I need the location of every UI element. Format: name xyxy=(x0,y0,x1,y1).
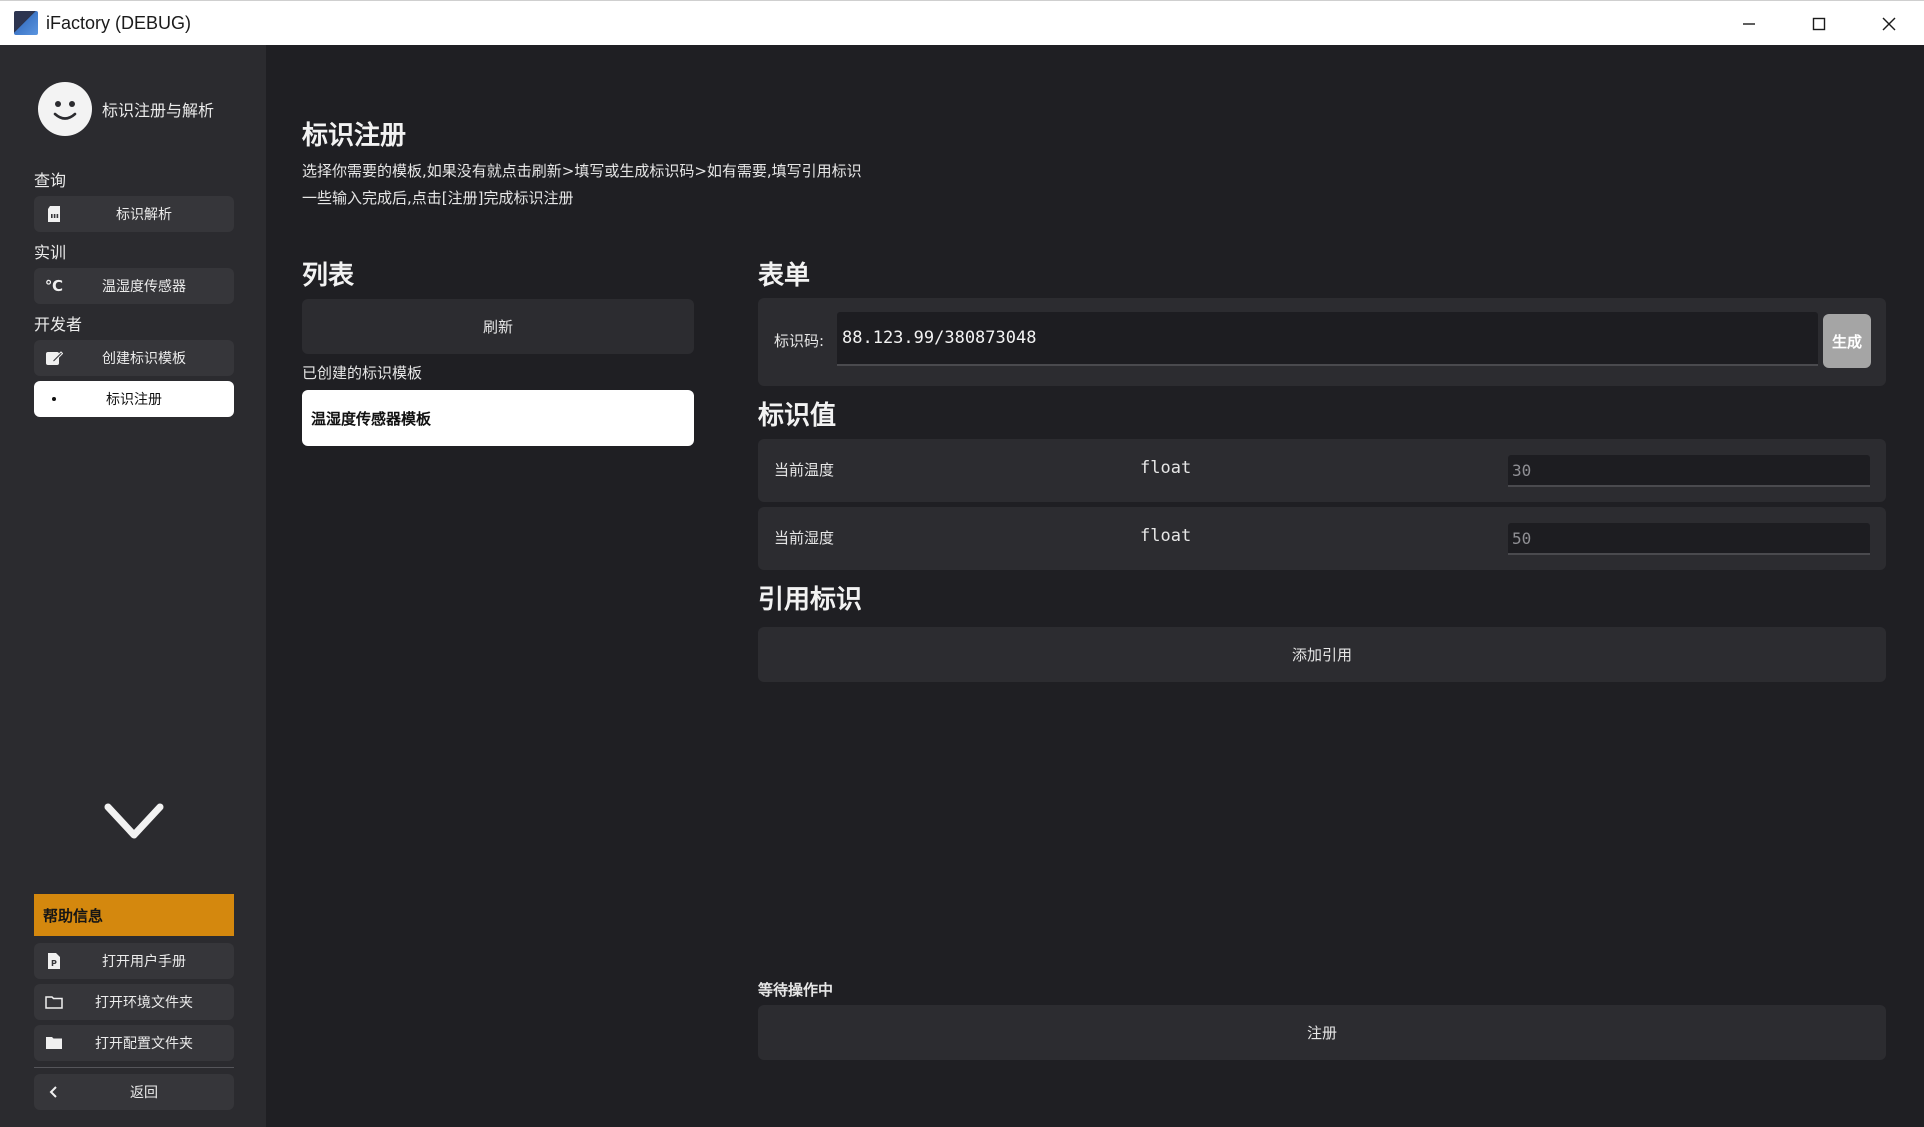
chevron-left-icon xyxy=(44,1082,64,1102)
value-name: 当前温度 xyxy=(774,461,835,479)
folder-outline-icon xyxy=(44,992,64,1012)
sidebar-item-label: 温湿度传感器 xyxy=(102,279,186,295)
value-row-humidity: 当前湿度 float xyxy=(758,507,1886,570)
refresh-button[interactable]: 刷新 xyxy=(302,299,694,354)
back-button[interactable]: 返回 xyxy=(34,1074,234,1110)
sidebar-item-create-template[interactable]: 创建标识模板 xyxy=(34,340,234,376)
sidebar-item-temp-humidity-sensor[interactable]: ℃ 温湿度传感器 xyxy=(34,268,234,304)
open-env-folder-button[interactable]: 打开环境文件夹 xyxy=(34,984,234,1020)
open-user-manual-button[interactable]: P 打开用户手册 xyxy=(34,943,234,979)
sidebar-item-identifier-resolution[interactable]: 标识解析 xyxy=(34,196,234,232)
open-config-folder-button[interactable]: 打开配置文件夹 xyxy=(34,1025,234,1061)
group-label-training: 实训 xyxy=(34,243,67,262)
sidebar-item-label: 创建标识模板 xyxy=(102,351,186,367)
help-header: 帮助信息 xyxy=(34,894,234,936)
references-title: 引用标识 xyxy=(758,585,863,615)
sidebar-item-label: 标识注册 xyxy=(106,392,162,408)
generate-button[interactable]: 生成 xyxy=(1823,314,1871,368)
divider xyxy=(34,1067,234,1068)
edit-icon xyxy=(44,348,64,368)
chevron-down-icon[interactable] xyxy=(104,803,164,843)
app-logo-icon xyxy=(14,11,38,35)
humidity-value-input[interactable] xyxy=(1508,523,1870,555)
window-titlebar: iFactory (DEBUG) xyxy=(0,0,1924,45)
minimize-button[interactable] xyxy=(1714,1,1784,46)
folder-filled-icon xyxy=(44,1033,64,1053)
sidebar: 标识注册与解析 查询 标识解析 实训 ℃ 温湿度传感器 开发者 创建标识模板 标… xyxy=(0,45,266,1127)
group-label-developer: 开发者 xyxy=(34,315,83,334)
celsius-icon: ℃ xyxy=(44,277,64,295)
form-title: 表单 xyxy=(758,261,811,291)
group-label-query: 查询 xyxy=(34,171,67,190)
page-title: 标识注册 xyxy=(302,121,407,151)
back-label: 返回 xyxy=(130,1085,158,1101)
register-button[interactable]: 注册 xyxy=(758,1005,1886,1060)
value-type: float xyxy=(1140,458,1192,478)
window-controls xyxy=(1714,1,1924,46)
value-row-temperature: 当前温度 float xyxy=(758,439,1886,502)
values-title: 标识值 xyxy=(758,401,837,431)
template-list-item[interactable]: 温湿度传感器模板 xyxy=(302,390,694,446)
sidebar-item-label: 打开环境文件夹 xyxy=(95,995,193,1011)
window-title: iFactory (DEBUG) xyxy=(46,12,192,33)
created-templates-label: 已创建的标识模板 xyxy=(302,364,423,382)
maximize-icon xyxy=(1812,17,1826,30)
app-name: 标识注册与解析 xyxy=(102,101,215,120)
main-content: 标识注册 选择你需要的模板,如果没有就点击刷新>填写或生成标识码>如有需要,填写… xyxy=(266,45,1924,1127)
maximize-button[interactable] xyxy=(1784,1,1854,46)
sidebar-item-label: 打开用户手册 xyxy=(102,954,186,970)
id-code-input[interactable] xyxy=(837,312,1818,366)
description-line-2: 一些输入完成后,点击[注册]完成标识注册 xyxy=(302,189,574,207)
add-reference-button[interactable]: 添加引用 xyxy=(758,627,1886,682)
sidebar-item-label: 打开配置文件夹 xyxy=(95,1036,193,1052)
sd-card-icon xyxy=(44,204,64,224)
value-type: float xyxy=(1140,526,1192,546)
smiley-face-icon xyxy=(53,101,77,120)
id-code-label: 标识码: xyxy=(774,332,825,350)
dot-icon xyxy=(44,389,64,409)
svg-text:P: P xyxy=(51,959,57,968)
sidebar-item-label: 标识解析 xyxy=(116,207,172,223)
close-button[interactable] xyxy=(1854,1,1924,46)
value-name: 当前湿度 xyxy=(774,529,835,547)
status-text: 等待操作中 xyxy=(758,981,834,999)
close-icon xyxy=(1882,17,1896,30)
description-line-1: 选择你需要的模板,如果没有就点击刷新>填写或生成标识码>如有需要,填写引用标识 xyxy=(302,162,862,180)
pdf-file-icon: P xyxy=(44,951,64,971)
avatar xyxy=(38,82,92,136)
sidebar-item-identifier-registration[interactable]: 标识注册 xyxy=(34,381,234,417)
id-form-panel: 标识码: 生成 xyxy=(758,298,1886,386)
temperature-value-input[interactable] xyxy=(1508,455,1870,487)
list-title: 列表 xyxy=(302,261,355,291)
minimize-icon xyxy=(1743,22,1755,25)
